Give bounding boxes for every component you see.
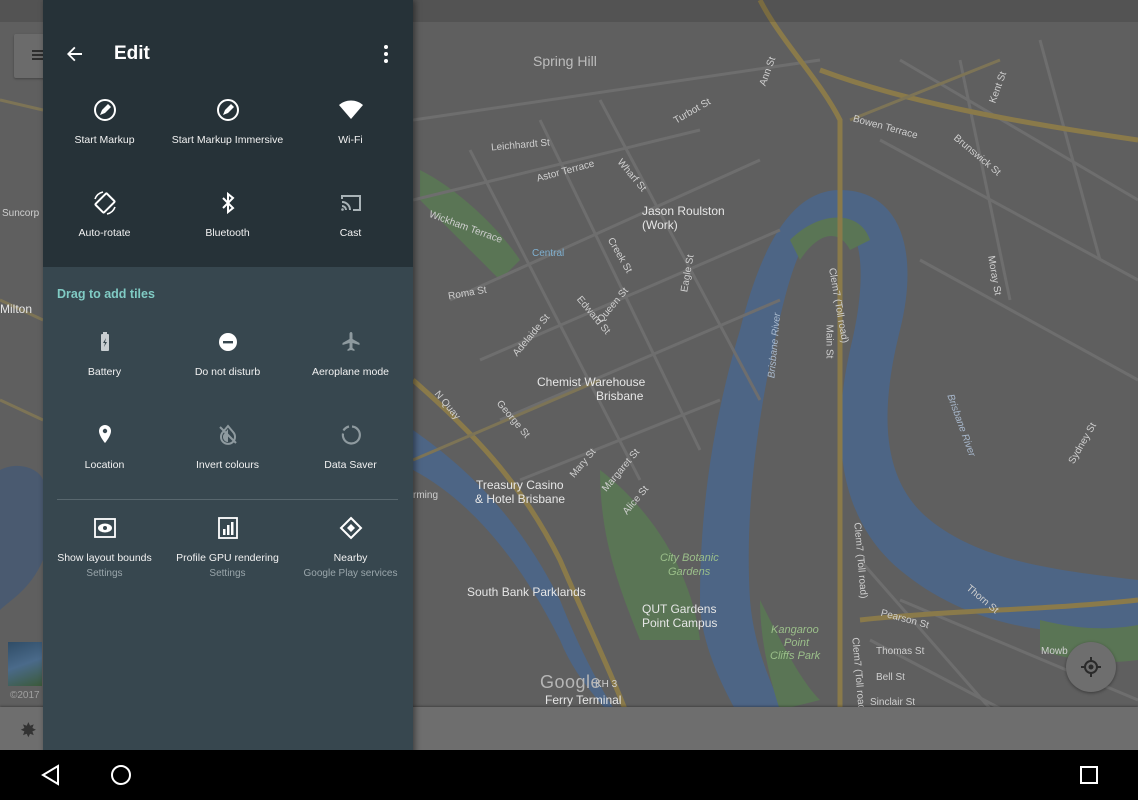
map-label: South Bank Parklands <box>467 585 586 599</box>
map-label: Main St <box>823 324 835 359</box>
data-saver-icon <box>341 425 361 445</box>
map-label: & Hotel Brisbane <box>475 492 566 506</box>
map-label: Brisbane <box>596 389 644 403</box>
tile-start-markup[interactable]: Start Markup <box>43 95 166 147</box>
map-label: Suncorp <box>2 208 40 219</box>
markup-icon <box>216 99 239 121</box>
gpu-rendering-icon <box>217 517 238 539</box>
more-vert-icon <box>384 45 388 63</box>
battery-icon <box>100 332 109 351</box>
map-label: Gardens <box>668 566 711 578</box>
arrow-back-icon <box>67 46 82 62</box>
location-icon <box>98 425 111 443</box>
invert-colours-icon <box>218 424 237 445</box>
tile-label: Data Saver <box>324 459 377 471</box>
tile-data-saver[interactable]: Data Saver <box>289 420 412 472</box>
page-title: Edit <box>114 43 150 64</box>
tile-label: Invert colours <box>195 459 260 471</box>
my-location-button[interactable] <box>1066 642 1116 692</box>
quick-settings-edit-panel: Edit Start Markup Start Markup Immersive… <box>43 0 413 757</box>
google-logo: Google <box>540 672 602 692</box>
tile-sublabel: Settings <box>86 568 123 579</box>
map-label: QUT Gardens <box>642 602 717 616</box>
map-label: Mowb <box>1041 646 1068 657</box>
tile-start-markup-immersive[interactable]: Start Markup Immersive <box>166 95 289 147</box>
layout-bounds-icon <box>93 518 116 538</box>
nav-recents-button[interactable] <box>1076 762 1102 788</box>
map-label: rming <box>413 490 439 501</box>
tile-invert-colours[interactable]: Invert colours <box>166 420 289 472</box>
tile-label: Wi-Fi <box>338 134 363 146</box>
tile-label: Start Markup Immersive <box>171 134 284 146</box>
nearby-icon <box>339 516 362 540</box>
tile-nearby[interactable]: Nearby Google Play services <box>289 513 412 580</box>
tile-battery[interactable]: Battery <box>43 327 166 379</box>
tile-aeroplane-mode[interactable]: Aeroplane mode <box>289 327 412 379</box>
nav-home-button[interactable] <box>108 762 134 788</box>
map-label: Treasury Casino <box>476 478 564 492</box>
tile-label: Battery <box>87 366 122 378</box>
edit-toolbar: Edit <box>43 22 413 86</box>
system-navigation-bar <box>0 750 1138 800</box>
tile-label: Profile GPU rendering <box>176 552 279 564</box>
map-label: Point Campus <box>642 616 718 630</box>
map-label: Ferry Terminal <box>545 693 622 707</box>
back-button[interactable] <box>57 36 93 72</box>
map-label: Chemist Warehouse <box>537 375 646 389</box>
map-label: Cliffs Park <box>770 650 821 662</box>
settings-icon[interactable]: ✸ <box>20 718 37 743</box>
tile-label: Location <box>84 459 125 471</box>
nav-home-icon <box>111 765 131 785</box>
my-location-icon <box>1081 657 1101 677</box>
wifi-icon <box>338 100 363 119</box>
map-label: Bell St <box>876 672 905 683</box>
nav-back-button[interactable] <box>38 762 64 788</box>
tile-label: Aeroplane mode <box>311 366 390 378</box>
tile-label: Bluetooth <box>205 227 250 239</box>
map-label: Milton <box>0 302 33 316</box>
tile-label: Auto-rotate <box>78 227 131 239</box>
nav-back-icon <box>41 764 59 786</box>
auto-rotate-icon <box>93 191 116 215</box>
tile-auto-rotate[interactable]: Auto-rotate <box>43 188 166 240</box>
drag-to-add-label: Drag to add tiles <box>57 287 155 301</box>
markup-icon <box>93 99 116 121</box>
tile-wifi[interactable]: Wi-Fi <box>289 95 412 147</box>
tile-label: Do not disturb <box>194 366 261 378</box>
aeroplane-icon <box>342 332 359 351</box>
tile-sublabel: Settings <box>209 568 246 579</box>
satellite-layer-thumbnail[interactable] <box>8 642 42 686</box>
map-label: Central <box>532 248 565 259</box>
cast-icon <box>340 195 361 211</box>
tile-cast[interactable]: Cast <box>289 188 412 240</box>
map-label: Kangaroo <box>771 624 819 636</box>
nav-recents-icon <box>1080 766 1098 784</box>
more-options-button[interactable] <box>371 36 401 72</box>
bluetooth-icon <box>221 191 234 215</box>
tile-label: Show layout bounds <box>57 552 152 564</box>
do-not-disturb-icon <box>218 333 237 351</box>
map-label: Jason Roulston <box>642 204 725 218</box>
map-label: (Work) <box>642 218 678 232</box>
tile-label: Nearby <box>333 552 368 564</box>
tile-sublabel: Google Play services <box>303 568 398 579</box>
map-label: Thomas St <box>876 646 925 657</box>
map-label: City Botanic <box>660 552 719 564</box>
tile-show-layout-bounds[interactable]: Show layout bounds Settings <box>43 513 166 580</box>
section-divider <box>57 499 398 500</box>
map-copyright: ©2017 <box>10 690 40 701</box>
tile-label: Start Markup <box>74 134 135 146</box>
tile-location[interactable]: Location <box>43 420 166 472</box>
tile-do-not-disturb[interactable]: Do not disturb <box>166 327 289 379</box>
tile-profile-gpu-rendering[interactable]: Profile GPU rendering Settings <box>166 513 289 580</box>
map-label: Spring Hill <box>533 53 597 69</box>
tile-label: Cast <box>339 227 362 239</box>
tile-bluetooth[interactable]: Bluetooth <box>166 188 289 240</box>
map-label: Point <box>784 637 810 649</box>
